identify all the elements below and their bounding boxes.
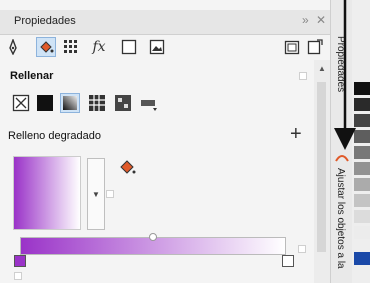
gradient-dropdown-button[interactable]: ▼ xyxy=(87,158,105,230)
swatch-blue[interactable] xyxy=(354,252,370,265)
vector-pattern-icon[interactable] xyxy=(88,94,106,112)
gradient-dropdown-pin[interactable] xyxy=(106,190,114,198)
texture-fill-icon[interactable] xyxy=(140,94,158,112)
frame-icon[interactable] xyxy=(120,38,138,56)
fill-bucket-icon[interactable] xyxy=(36,37,56,57)
fill-section-pin[interactable] xyxy=(299,72,307,80)
pattern-icon[interactable] xyxy=(62,38,80,56)
collapse-button[interactable]: » xyxy=(302,13,309,27)
bitmap-pattern-icon[interactable] xyxy=(114,94,132,112)
gradient-preview[interactable] xyxy=(13,156,81,230)
gradient-bar-pin[interactable] xyxy=(298,245,306,253)
gradient-start-node[interactable] xyxy=(14,255,26,267)
fx-icon[interactable]: fx xyxy=(90,38,108,56)
gradient-section-label: Relleno degradado xyxy=(8,130,101,142)
properties-panel: Propiedades » ✕ fx Rellenar Relleno degr… xyxy=(0,0,330,283)
swatch-gray-10[interactable] xyxy=(354,226,370,239)
swatch-gray-20[interactable] xyxy=(354,210,370,223)
swatch-gray-50[interactable] xyxy=(354,162,370,175)
chevron-down-icon: ▼ xyxy=(92,189,100,199)
uniform-fill-icon[interactable] xyxy=(36,94,54,112)
tab-align[interactable]: Ajustar los objetos a la xyxy=(335,168,346,269)
outline-pen-icon[interactable] xyxy=(4,38,22,56)
arrow-annotation xyxy=(334,0,356,150)
fountain-fill-icon[interactable] xyxy=(60,93,80,113)
fill-section-label: Rellenar xyxy=(10,70,54,82)
add-button[interactable]: + xyxy=(290,123,302,146)
copy-frame-icon[interactable] xyxy=(283,38,301,56)
start-node-pin[interactable] xyxy=(14,272,22,280)
properties-toolbar: fx xyxy=(0,35,330,59)
no-fill-icon[interactable] xyxy=(12,94,30,112)
swatch-gray-30[interactable] xyxy=(354,194,370,207)
image-icon[interactable] xyxy=(148,38,166,56)
gradient-midpoint-handle[interactable] xyxy=(149,233,157,241)
swatch-gray-40[interactable] xyxy=(354,178,370,191)
panel-titlebar: Propiedades » ✕ xyxy=(0,10,330,35)
fill-bucket-icon[interactable] xyxy=(118,158,136,181)
panel-title: Propiedades xyxy=(14,15,76,27)
gradient-end-node[interactable] xyxy=(282,255,294,267)
